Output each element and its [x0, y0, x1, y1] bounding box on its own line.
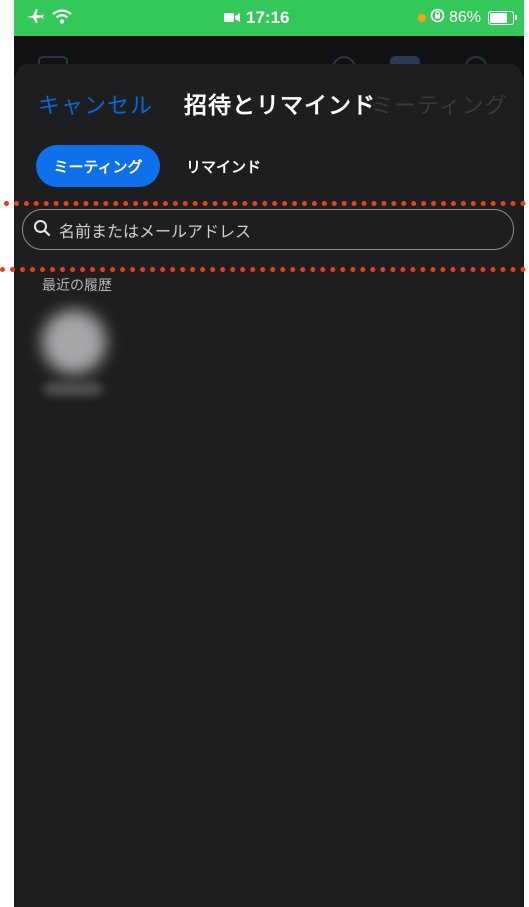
- airplane-icon: [26, 8, 44, 29]
- status-center: 17:16: [224, 8, 289, 28]
- video-camera-icon: [224, 8, 240, 28]
- blurred-contact-name: [44, 384, 102, 394]
- phone-screen: 17:16 86% キャンセル 招待とリマインド ミーティング ミーティング リ…: [14, 0, 524, 907]
- avatar[interactable]: [42, 310, 106, 374]
- battery-tip: [515, 15, 517, 20]
- cancel-button[interactable]: キャンセル: [38, 88, 153, 120]
- search-placeholder: 名前またはメールアドレス: [59, 221, 252, 241]
- annotation-line-bottom: [0, 267, 526, 272]
- sheet-title: 招待とリマインド: [184, 93, 376, 119]
- orientation-lock-icon: [430, 8, 445, 28]
- wifi-icon: [52, 8, 72, 29]
- search-input[interactable]: 名前またはメールアドレス: [22, 209, 514, 250]
- recent-history-label: 最近の履歴: [42, 278, 112, 294]
- battery-fill: [490, 13, 507, 23]
- status-left: [26, 8, 72, 29]
- segment-remind[interactable]: リマインド: [186, 145, 261, 187]
- status-bar: 17:16 86%: [14, 0, 524, 36]
- battery-icon: [488, 11, 517, 25]
- status-right: 86%: [417, 8, 517, 28]
- battery-percent: 86%: [448, 9, 481, 26]
- orange-dot-icon: [417, 14, 426, 22]
- search-icon: [33, 219, 51, 241]
- annotation-line-top: [4, 201, 526, 206]
- status-time: 17:16: [246, 8, 290, 27]
- segment-meeting[interactable]: ミーティング: [36, 145, 160, 187]
- invite-sheet: キャンセル 招待とリマインド ミーティング ミーティング リマインド 名前または…: [16, 64, 522, 907]
- meeting-nav-button[interactable]: ミーティング: [371, 88, 508, 120]
